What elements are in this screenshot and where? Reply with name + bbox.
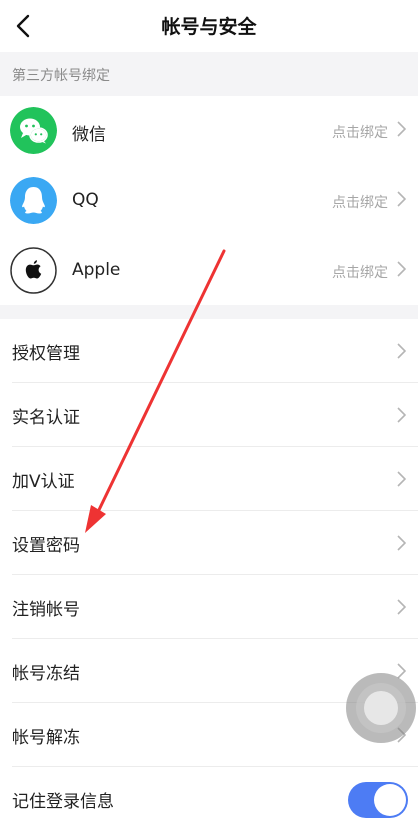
menu-item-real-name[interactable]: 实名认证 bbox=[0, 383, 418, 447]
bind-name: Apple bbox=[72, 260, 121, 280]
bind-action-link[interactable]: 点击绑定 bbox=[332, 262, 388, 282]
bind-action-link[interactable]: 点击绑定 bbox=[332, 192, 388, 212]
menu-item-label: 设置密码 bbox=[12, 536, 80, 556]
menu-item-label: 授权管理 bbox=[12, 344, 80, 364]
assistive-touch-ring bbox=[356, 683, 406, 733]
assistive-touch-button[interactable] bbox=[346, 673, 416, 743]
bind-action-link[interactable]: 点击绑定 bbox=[332, 122, 388, 142]
chevron-right-icon bbox=[397, 121, 406, 137]
chevron-right-icon bbox=[397, 191, 406, 207]
menu-item-label: 帐号冻结 bbox=[12, 664, 80, 684]
wechat-icon bbox=[10, 107, 57, 154]
chevron-right-icon bbox=[397, 407, 406, 423]
menu-item-label: 注销帐号 bbox=[12, 600, 80, 620]
bind-row-apple[interactable]: Apple 点击绑定 bbox=[0, 236, 418, 305]
bind-name: QQ bbox=[72, 190, 99, 210]
section-header-third-party: 第三方帐号绑定 bbox=[0, 52, 418, 96]
menu-item-label: 实名认证 bbox=[12, 408, 80, 428]
section-divider bbox=[0, 305, 418, 319]
menu-item-label: 帐号解冻 bbox=[12, 728, 80, 748]
chevron-right-icon bbox=[397, 261, 406, 277]
menu-item-set-password[interactable]: 设置密码 bbox=[0, 511, 418, 575]
chevron-right-icon bbox=[397, 663, 406, 679]
apple-icon bbox=[10, 247, 57, 294]
page-title: 帐号与安全 bbox=[161, 16, 257, 38]
bind-name: 微信 bbox=[72, 125, 106, 145]
nav-bar: 帐号与安全 bbox=[0, 0, 418, 52]
menu-item-authorization[interactable]: 授权管理 bbox=[0, 319, 418, 383]
toggle-knob bbox=[374, 784, 406, 816]
bind-row-qq[interactable]: QQ 点击绑定 bbox=[0, 166, 418, 235]
bind-row-wechat[interactable]: 微信 点击绑定 bbox=[0, 96, 418, 165]
remember-login-toggle[interactable] bbox=[348, 782, 408, 818]
section-title: 第三方帐号绑定 bbox=[12, 68, 110, 84]
chevron-right-icon bbox=[397, 599, 406, 615]
qq-icon bbox=[10, 177, 57, 224]
menu-item-remember-login: 记住登录信息 bbox=[0, 767, 418, 832]
menu-item-label: 记住登录信息 bbox=[12, 792, 114, 812]
chevron-right-icon bbox=[397, 471, 406, 487]
menu-item-v-verification[interactable]: 加V认证 bbox=[0, 447, 418, 511]
chevron-right-icon bbox=[397, 343, 406, 359]
menu-item-delete-account[interactable]: 注销帐号 bbox=[0, 575, 418, 639]
assistive-touch-core bbox=[364, 691, 398, 725]
menu-item-label: 加V认证 bbox=[12, 472, 75, 492]
chevron-right-icon bbox=[397, 535, 406, 551]
